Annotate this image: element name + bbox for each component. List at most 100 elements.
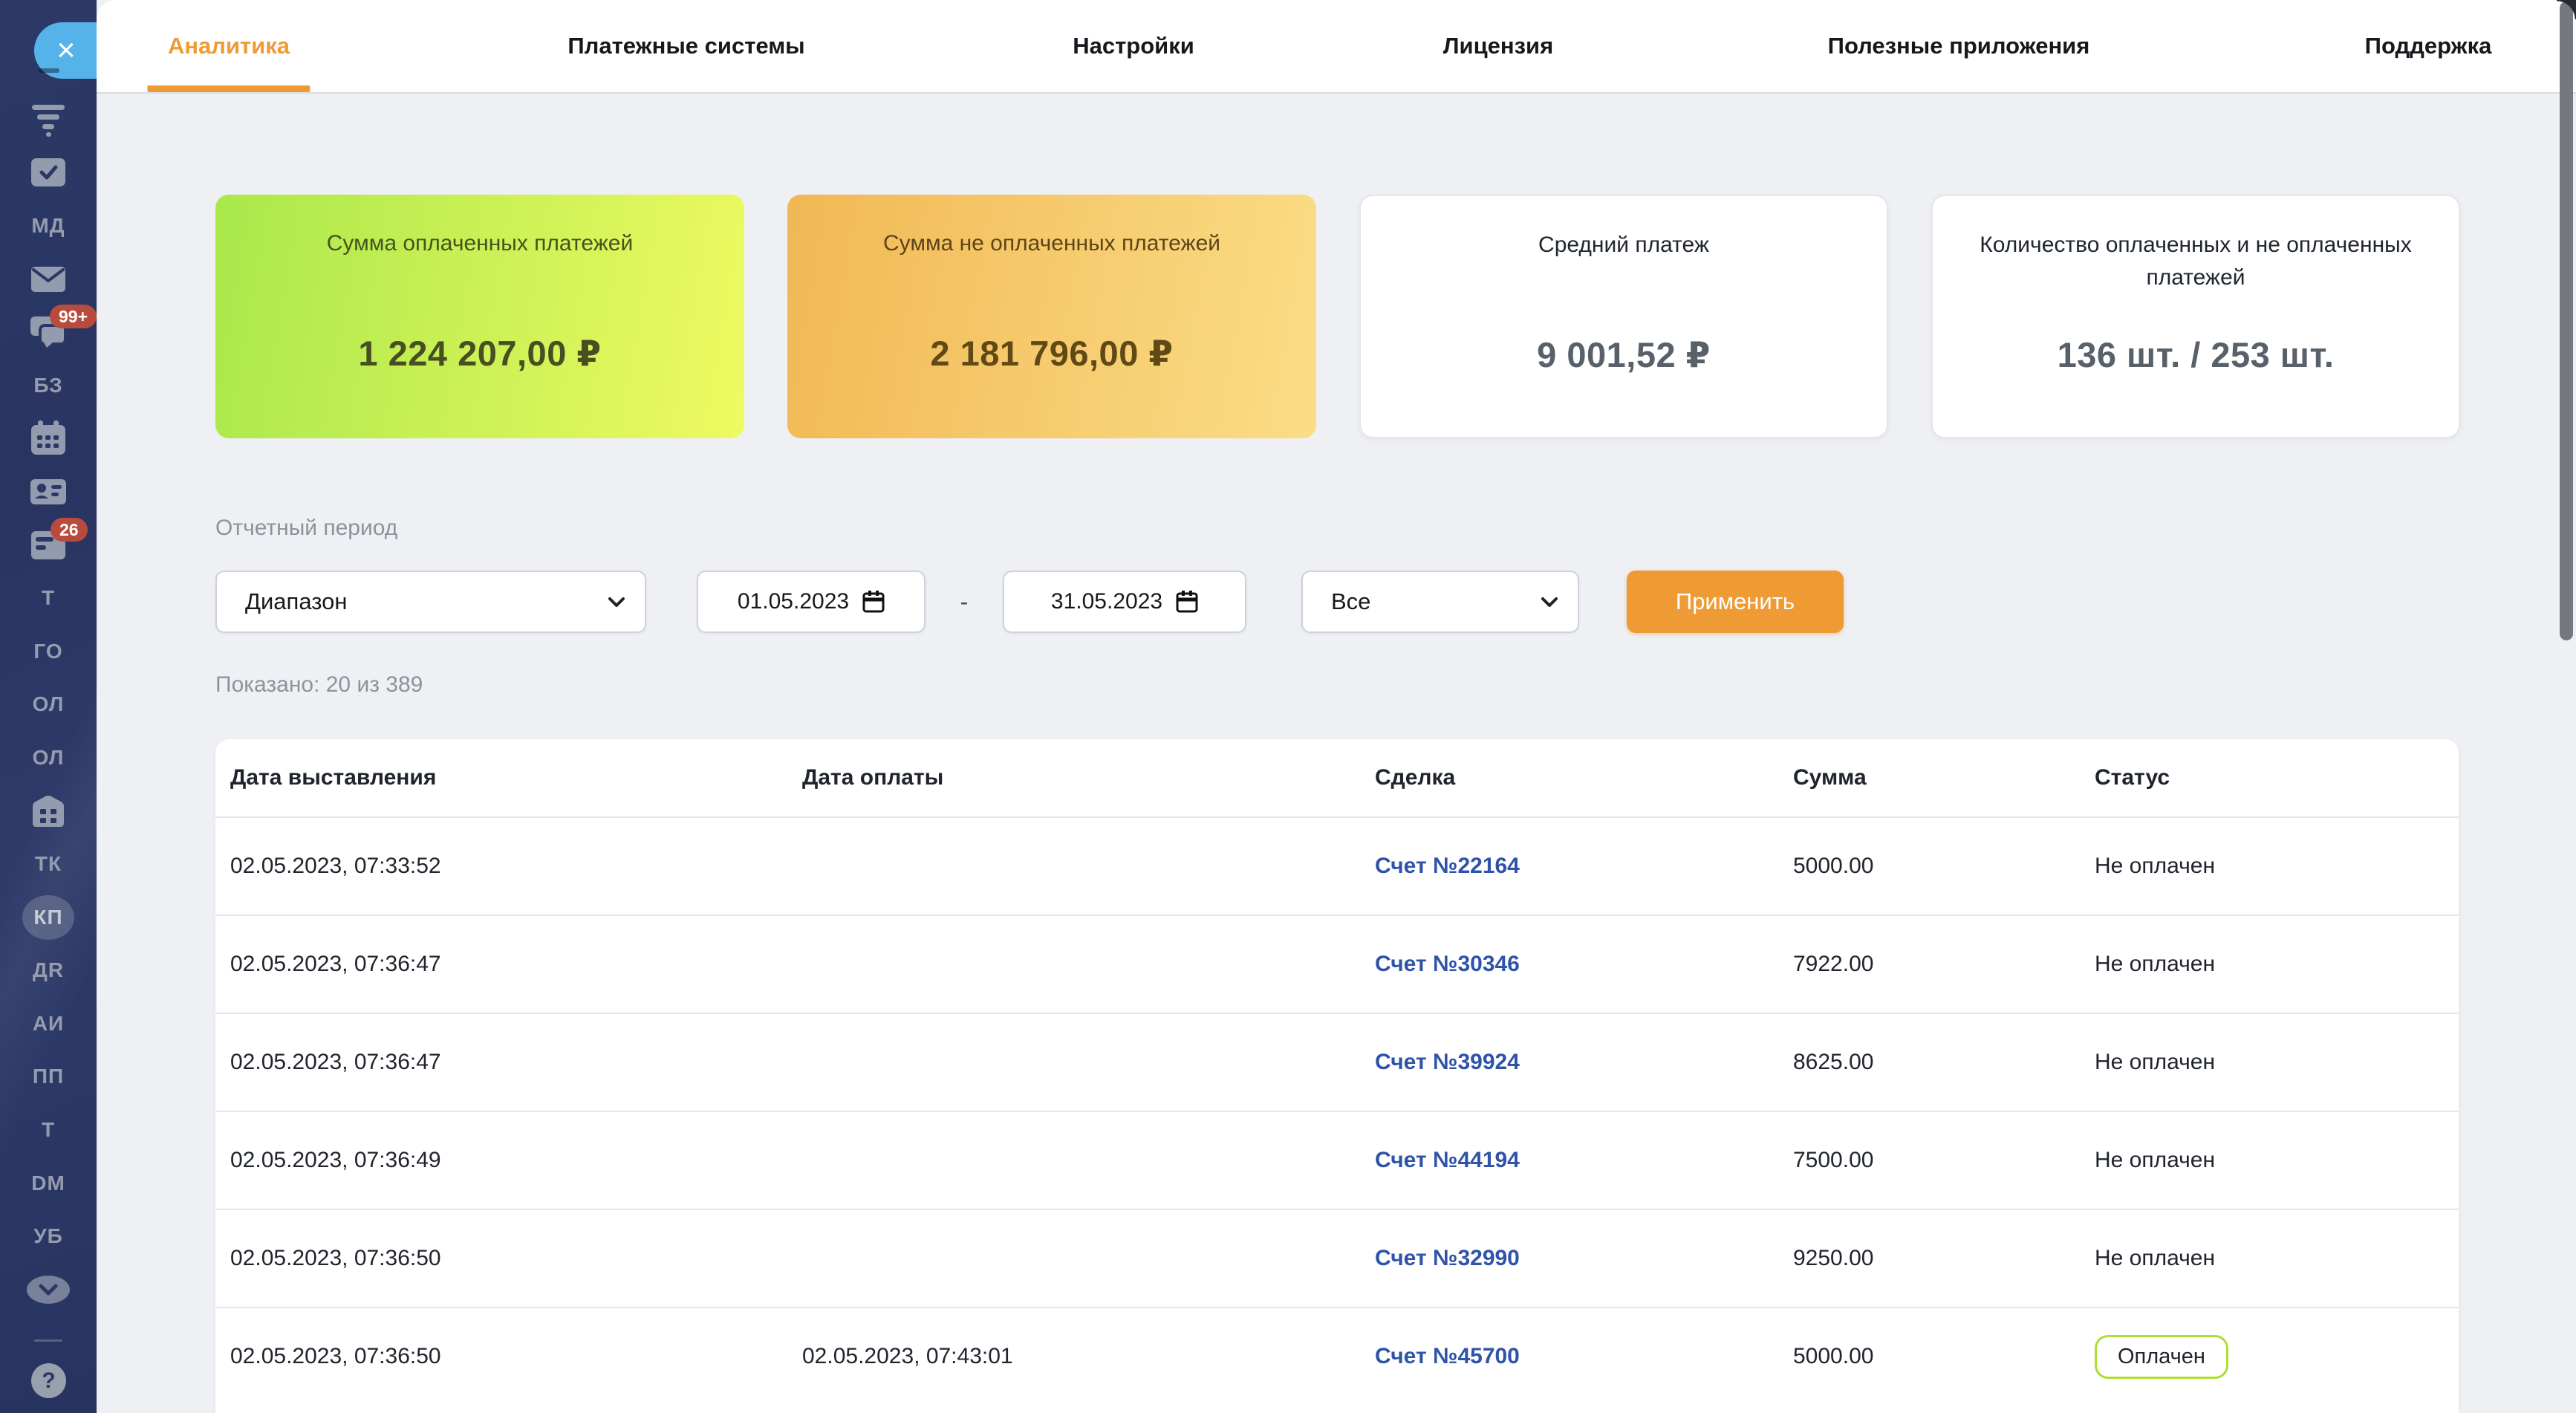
card-payments-count: Количество оплаченных и не оплаченных пл… (1931, 195, 2460, 438)
avatar: КП (22, 895, 74, 940)
status-cell: Не оплачен (2080, 1148, 2459, 1173)
range-select[interactable]: Диапазон (215, 571, 646, 633)
notification-badge: 99+ (50, 305, 97, 328)
type-select[interactable]: Все (1301, 571, 1579, 633)
sidebar-item-payment-card-icon[interactable]: 26 (0, 519, 97, 572)
sidebar-item-chat-icon[interactable]: 99+ (0, 305, 97, 359)
sidebar-divider (34, 1339, 62, 1342)
card-value: 2 181 796,00 ₽ (787, 333, 1316, 374)
sidebar-item-label: БЗ (33, 374, 62, 397)
sidebar-item-ол[interactable]: ОЛ (0, 731, 97, 785)
card-title: Средний платеж (1405, 229, 1842, 262)
paid-date-cell: 02.05.2023, 07:43:01 (787, 1344, 1360, 1369)
payment-card-icon: 26 (31, 530, 65, 561)
sidebar-item-мд[interactable]: МД (0, 199, 97, 253)
date-to-input[interactable]: 31.05.2023 (1003, 571, 1246, 633)
invoice-link[interactable]: Счет №45700 (1375, 1344, 1520, 1368)
tab-payment-systems[interactable]: Платежные системы (567, 0, 804, 92)
sidebar-item-тк[interactable]: ТК (0, 837, 97, 891)
sidebar-item-label: ДR (33, 958, 64, 982)
status-cell: Не оплачен (2080, 1246, 2459, 1271)
invoice-link[interactable]: Счет №44194 (1375, 1148, 1520, 1172)
sidebar-items: МД 99+ БЗ 26 Т ГО ОЛОЛ ТК КП ДR АИ ПП Т DM УБ (0, 93, 97, 1316)
table-row: 02.05.2023, 07:36:50Счет №329909250.00Не… (215, 1209, 2459, 1307)
type-select-value: Все (1331, 588, 1370, 615)
date-from-value: 01.05.2023 (738, 589, 849, 614)
invoice-link[interactable]: Счет №30346 (1375, 952, 1520, 976)
amount-cell: 7500.00 (1778, 1148, 2080, 1173)
sidebar: × МД99+БЗ26ТГООЛОЛТККПДRАИППТDMУБ ? (0, 0, 97, 1413)
vertical-scrollbar[interactable] (2560, 1, 2573, 640)
sidebar-item-аи[interactable]: АИ (0, 997, 97, 1050)
tab-settings[interactable]: Настройки (1073, 0, 1194, 92)
id-card-icon (30, 477, 66, 507)
issued-date-cell: 02.05.2023, 07:36:47 (215, 952, 787, 977)
status-badge-paid: Оплачен (2095, 1335, 2228, 1379)
sidebar-item-id-card-icon[interactable] (0, 465, 97, 519)
summary-cards: Сумма оплаченных платежей1 224 207,00 ₽С… (215, 195, 2460, 438)
report-period-label: Отчетный период (215, 516, 397, 541)
amount-cell: 7922.00 (1778, 952, 2080, 977)
top-navigation: Аналитика Платежные системы Настройки Лицен… (97, 0, 2576, 94)
table-row: 02.05.2023, 07:36:5002.05.2023, 07:43:01… (215, 1307, 2459, 1405)
amount-cell: 5000.00 (1778, 1344, 2080, 1369)
column-header: Дата выставления (215, 765, 787, 790)
sidebar-item-уб[interactable]: УБ (0, 1209, 97, 1263)
tab-useful-apps[interactable]: Полезные приложения (1828, 0, 2090, 92)
sidebar-item-label: ТК (35, 852, 62, 876)
sidebar-item-пп[interactable]: ПП (0, 1050, 97, 1104)
sidebar-item-dm[interactable]: DM (0, 1157, 97, 1210)
sidebar-item-бз[interactable]: БЗ (0, 359, 97, 412)
table-row: 02.05.2023, 07:36:49Счет №441947500.00Не… (215, 1111, 2459, 1209)
sidebar-item-label: ПП (33, 1065, 64, 1088)
status-cell: Не оплачен (2080, 1050, 2459, 1075)
deal-cell: Счет №22164 (1360, 854, 1778, 879)
invoice-link[interactable]: Счет №32990 (1375, 1246, 1520, 1270)
mail-icon (31, 265, 65, 293)
calendar-icon (1176, 591, 1198, 613)
sidebar-item-т[interactable]: Т (0, 571, 97, 625)
amount-cell: 8625.00 (1778, 1050, 2080, 1075)
chevron-down-icon (1541, 597, 1558, 608)
sidebar-item-дr[interactable]: ДR (0, 944, 97, 998)
sidebar-item-го[interactable]: ГО (0, 625, 97, 678)
invoice-link[interactable]: Счет №39924 (1375, 1050, 1520, 1074)
tab-analytics[interactable]: Аналитика (168, 0, 290, 92)
filter-controls: Диапазон 01.05.2023 - 31.05.2023 Все При… (215, 571, 1844, 633)
range-select-value: Диапазон (245, 588, 347, 615)
card-title: Сумма не оплаченных платежей (832, 227, 1272, 260)
calendar-icon (862, 591, 885, 613)
status-cell: Не оплачен (2080, 854, 2459, 879)
calendar-icon (30, 420, 66, 456)
sidebar-item-building-icon[interactable] (0, 785, 97, 838)
apply-button[interactable]: Применить (1627, 571, 1844, 633)
sidebar-item-label: DM (31, 1172, 65, 1195)
issued-date-cell: 02.05.2023, 07:33:52 (215, 854, 787, 879)
tab-support[interactable]: Поддержка (2365, 0, 2492, 92)
status-cell: Не оплачен (2080, 952, 2459, 977)
sidebar-item-label: КП (33, 906, 62, 929)
tab-license[interactable]: Лицензия (1443, 0, 1553, 92)
close-button-shadow (39, 68, 59, 73)
sidebar-item-calendar-icon[interactable] (0, 412, 97, 466)
sidebar-item-т[interactable]: Т (0, 1103, 97, 1157)
deal-cell: Счет №30346 (1360, 952, 1778, 977)
date-from-input[interactable]: 01.05.2023 (697, 571, 926, 633)
sidebar-item-tasks-icon[interactable] (0, 146, 97, 200)
card-value: 136 шт. / 253 шт. (1933, 334, 2459, 375)
date-range-dash: - (955, 588, 973, 616)
help-button[interactable]: ? (31, 1363, 66, 1398)
sidebar-item-label: Т (42, 586, 55, 610)
payments-table: Дата выставленияДата оплатыСделкаСуммаСт… (215, 739, 2459, 1413)
notification-badge: 26 (51, 518, 88, 542)
sidebar-item-expand-more-icon[interactable] (0, 1263, 97, 1316)
invoice-link[interactable]: Счет №22164 (1375, 854, 1520, 878)
sidebar-item-mail-icon[interactable] (0, 253, 97, 306)
issued-date-cell: 02.05.2023, 07:36:50 (215, 1344, 787, 1369)
sidebar-item-кп[interactable]: КП (0, 891, 97, 944)
column-header: Сумма (1778, 765, 2080, 790)
sidebar-item-ол[interactable]: ОЛ (0, 678, 97, 732)
sidebar-item-filter-icon[interactable] (0, 93, 97, 146)
amount-cell: 9250.00 (1778, 1246, 2080, 1271)
sidebar-item-label: ГО (33, 640, 62, 663)
